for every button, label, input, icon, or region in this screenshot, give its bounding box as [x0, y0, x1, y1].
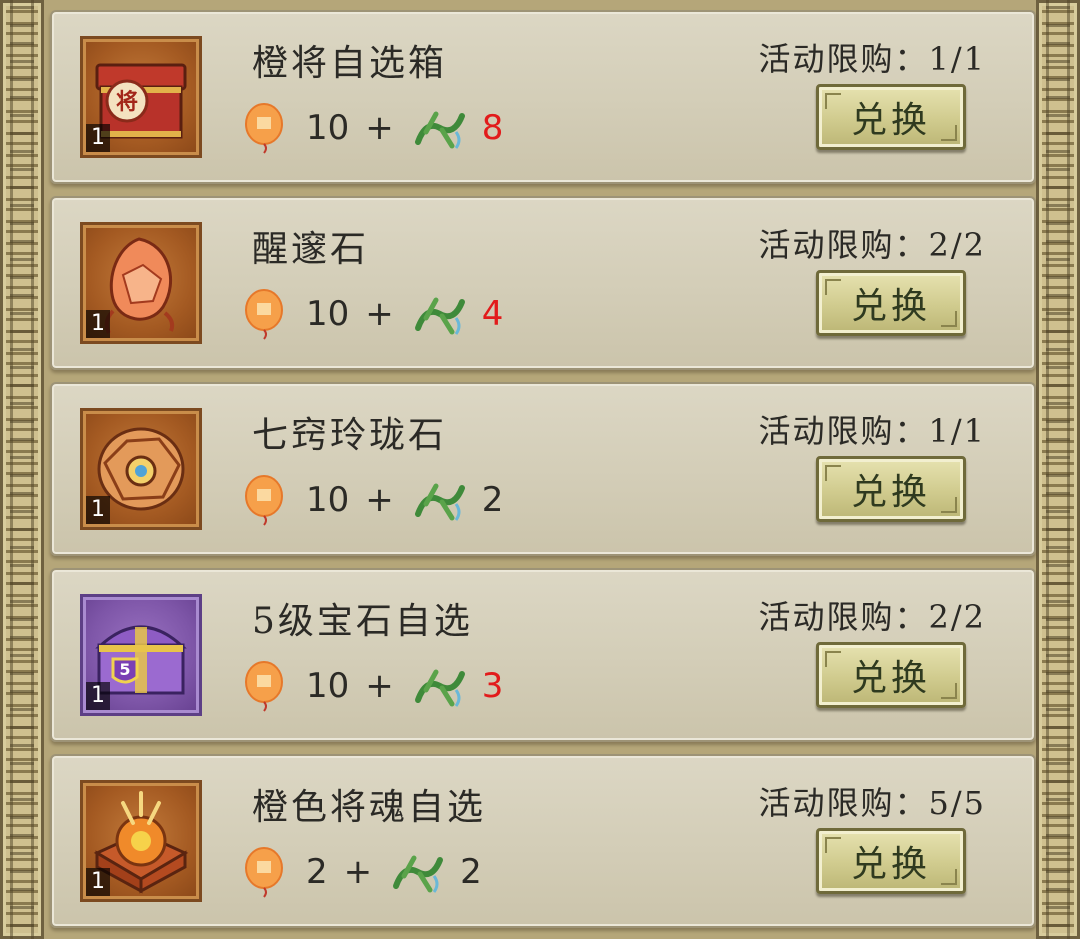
- lantern-cost: 10: [306, 480, 350, 520]
- item-quantity: 1: [86, 310, 110, 338]
- plus-sign: +: [365, 666, 394, 706]
- item-name: 七窍玲珑石: [252, 415, 448, 456]
- item-cost: 10 + 4: [242, 286, 503, 342]
- plus-sign: +: [365, 480, 394, 520]
- left-border: [0, 0, 44, 939]
- jade-cost: 2: [460, 852, 482, 892]
- lantern-cost: 10: [306, 294, 350, 334]
- item-quantity: 1: [86, 496, 110, 524]
- jade-cost: 4: [481, 294, 504, 334]
- jade-ornament-icon: [414, 111, 465, 149]
- jade-ornament-icon: [414, 669, 465, 707]
- right-border: [1036, 0, 1080, 939]
- item-cost: 10 + 2: [242, 472, 503, 528]
- item-name: 橙色将魂自选: [252, 787, 487, 828]
- item-name: 橙将自选箱: [252, 43, 448, 84]
- item-name: 醒邃石: [252, 229, 370, 270]
- exchange-item-card: 5 1 5级宝石自选 活动限购：2/2 10 + 3 兑换: [50, 568, 1036, 742]
- item-name: 5级宝石自选: [252, 601, 473, 642]
- jade-cost: 3: [481, 666, 504, 706]
- item-cost: 2 + 2: [242, 844, 482, 900]
- gem-level-badge: 5: [119, 660, 130, 679]
- exchange-button[interactable]: 兑换: [816, 642, 966, 708]
- lantern-icon: [245, 661, 283, 712]
- plus-sign: +: [365, 108, 394, 148]
- purchase-limit: 活动限购：1/1: [758, 412, 986, 450]
- exchange-item-card: 将 1 橙将自选箱 活动限购：1/1 10 + 8 兑换: [50, 10, 1036, 184]
- item-icon-frame[interactable]: 将 1: [80, 36, 202, 158]
- item-cost: 10 + 3: [242, 658, 503, 714]
- item-quantity: 1: [86, 868, 110, 896]
- jade-ornament-icon: [393, 855, 444, 893]
- exchange-item-card: 1 橙色将魂自选 活动限购：5/5 2 + 2 兑换: [50, 754, 1036, 928]
- item-icon-frame[interactable]: 5 1: [80, 594, 202, 716]
- lantern-cost: 10: [306, 666, 350, 706]
- item-cost: 10 + 8: [242, 100, 503, 156]
- lantern-icon: [245, 475, 283, 526]
- jade-cost: 2: [481, 480, 504, 520]
- purchase-limit: 活动限购：5/5: [758, 784, 986, 822]
- item-quantity: 1: [86, 682, 110, 710]
- plus-sign: +: [343, 852, 373, 892]
- plus-sign: +: [365, 294, 394, 334]
- lantern-icon: [245, 289, 283, 340]
- svg-text:将: 将: [116, 89, 138, 115]
- lantern-cost: 2: [306, 852, 328, 892]
- exchange-item-card: 1 七窍玲珑石 活动限购：1/1 10 + 2 兑换: [50, 382, 1036, 556]
- exchange-button[interactable]: 兑换: [816, 84, 966, 150]
- exchange-button[interactable]: 兑换: [816, 270, 966, 336]
- item-icon-frame[interactable]: 1: [80, 780, 202, 902]
- exchange-item-card: 1 醒邃石 活动限购：2/2 10 + 4 兑换: [50, 196, 1036, 370]
- purchase-limit: 活动限购：1/1: [758, 40, 986, 78]
- lantern-icon: [245, 103, 283, 154]
- purchase-limit: 活动限购：2/2: [758, 598, 986, 636]
- exchange-button[interactable]: 兑换: [816, 828, 966, 894]
- item-quantity: 1: [86, 124, 110, 152]
- lantern-icon: [245, 847, 283, 898]
- item-icon-frame[interactable]: 1: [80, 222, 202, 344]
- jade-ornament-icon: [414, 297, 465, 335]
- exchange-button[interactable]: 兑换: [816, 456, 966, 522]
- jade-ornament-icon: [414, 483, 465, 521]
- purchase-limit: 活动限购：2/2: [758, 226, 986, 264]
- lantern-cost: 10: [306, 108, 350, 148]
- item-icon-frame[interactable]: 1: [80, 408, 202, 530]
- jade-cost: 8: [481, 108, 504, 148]
- exchange-list[interactable]: 将 1 橙将自选箱 活动限购：1/1 10 + 8 兑换 1 醒邃石 活动限购：…: [44, 0, 1036, 939]
